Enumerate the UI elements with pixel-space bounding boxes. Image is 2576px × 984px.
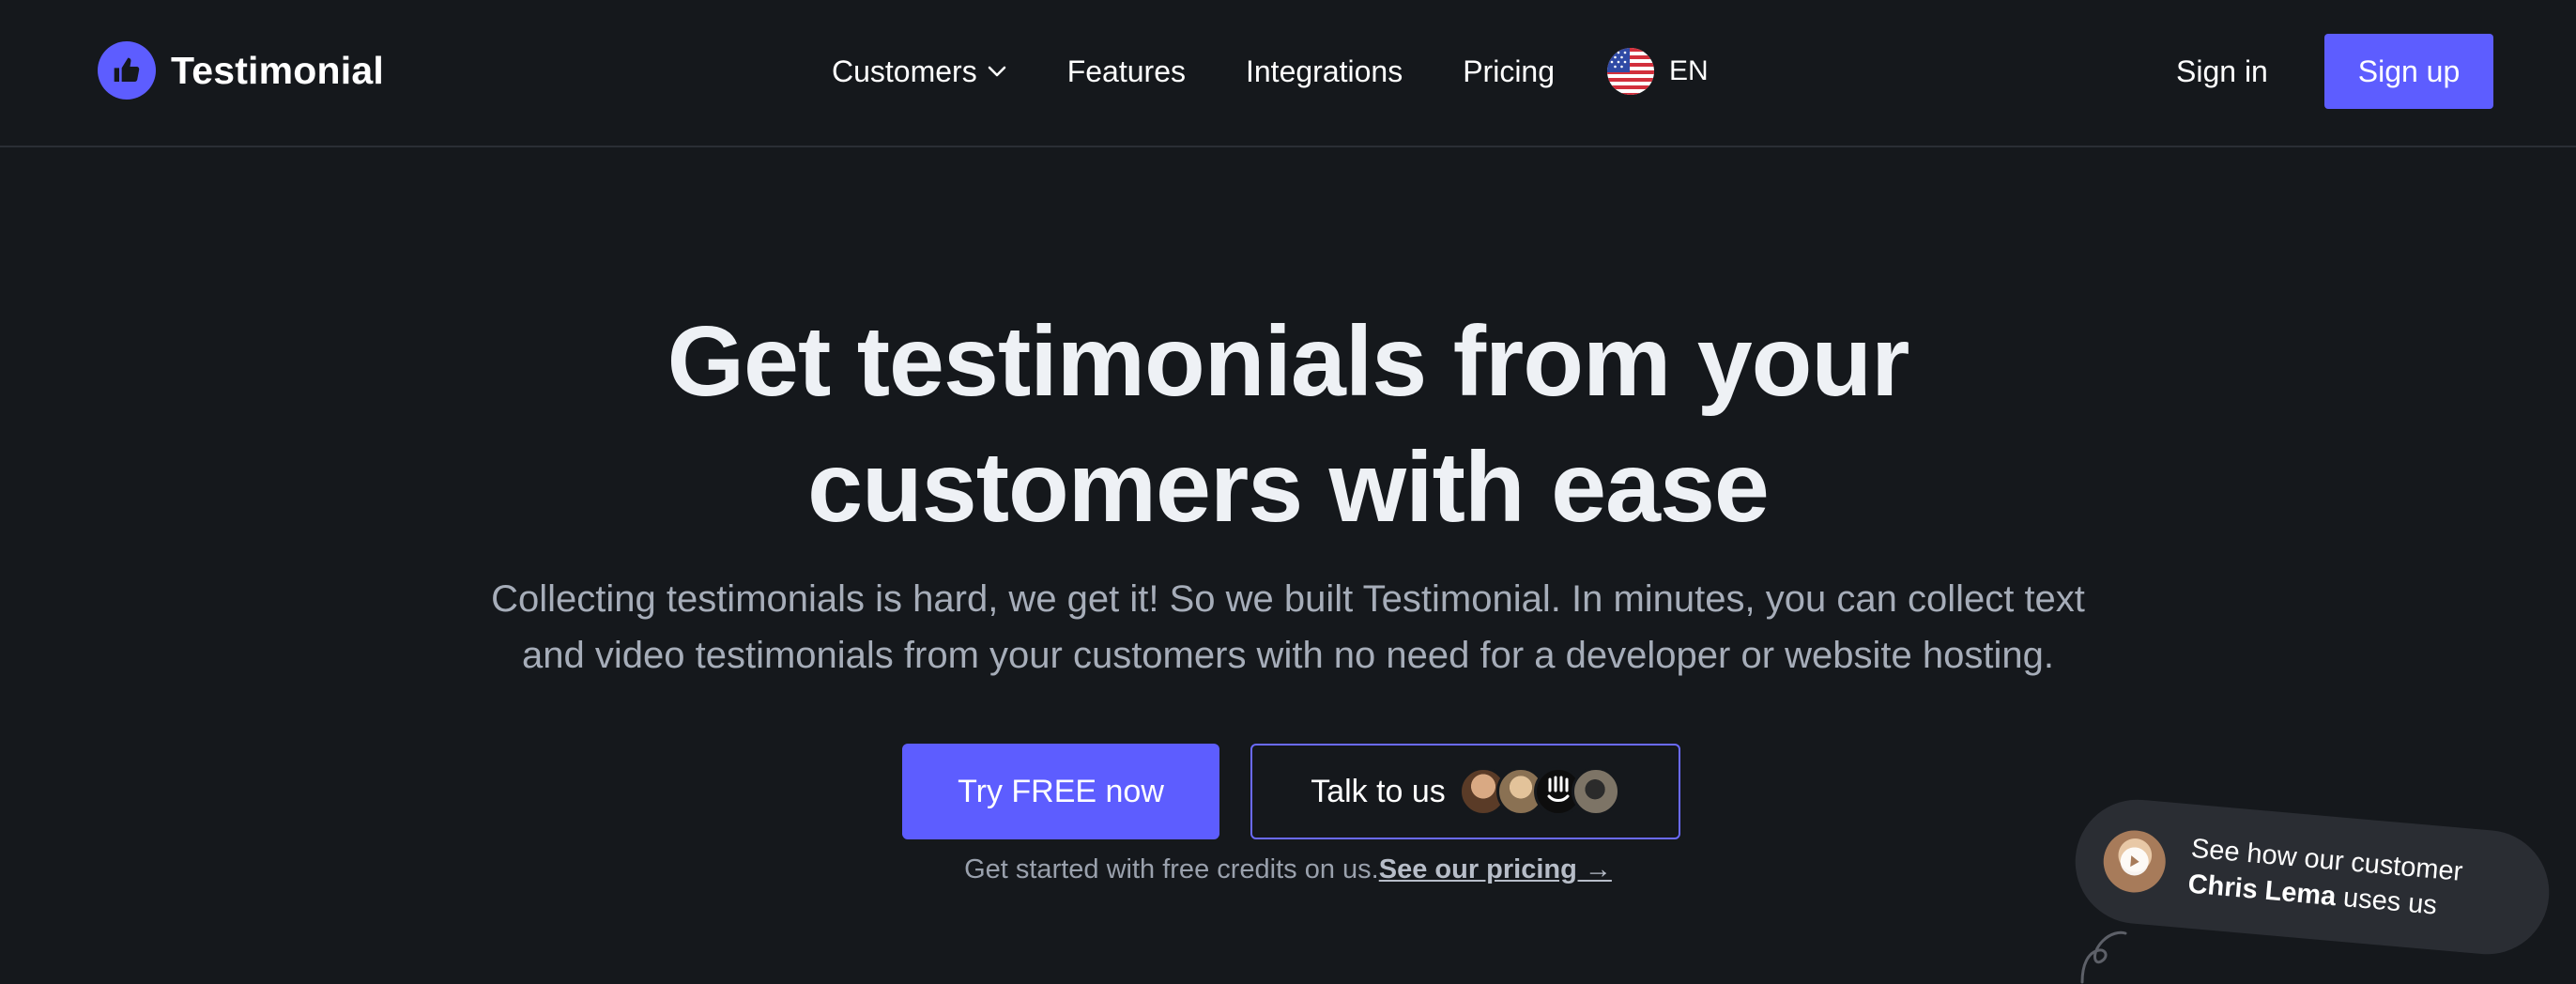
cta-row: Try FREE now Talk to us <box>902 744 1680 839</box>
hero-title: Get testimonials from your customers wit… <box>0 299 2576 550</box>
avatar <box>1571 767 1620 816</box>
video-card-line-2: uses us <box>2334 882 2439 921</box>
brand[interactable]: Testimonial <box>98 41 384 100</box>
nav-links: Customers Features Integrations Pricing <box>832 48 1709 95</box>
avatar <box>2100 827 2169 896</box>
hero-subtitle-line-2: and video testimonials from your custome… <box>522 635 2054 676</box>
squiggle-arrow-icon <box>2080 930 2127 984</box>
hero-title-line-2: customers with ease <box>807 432 1770 543</box>
nav-item-integrations[interactable]: Integrations <box>1246 54 1403 89</box>
brand-name: Testimonial <box>171 48 384 92</box>
try-free-button[interactable]: Try FREE now <box>902 744 1219 839</box>
signin-link[interactable]: Sign in <box>2176 49 2268 94</box>
landing-page: Testimonial Customers Features Integrati… <box>0 0 2576 984</box>
nav-item-customers-label: Customers <box>832 54 977 88</box>
top-nav: Testimonial Customers Features Integrati… <box>0 0 2576 147</box>
language-selector[interactable]: EN <box>1607 48 1709 95</box>
thumbs-up-icon <box>98 41 156 100</box>
video-card-text: See how our customer Chris Lema uses us <box>2186 831 2464 926</box>
nav-item-features[interactable]: Features <box>1067 54 1186 89</box>
language-label: EN <box>1669 55 1709 86</box>
hero-subtitle: Collecting testimonials is hard, we get … <box>376 571 2200 684</box>
hero-title-line-1: Get testimonials from your <box>667 306 1910 417</box>
play-icon <box>2119 846 2150 877</box>
us-flag-icon <box>1607 48 1655 95</box>
nav-item-customers[interactable]: Customers <box>832 54 1007 89</box>
customer-name: Chris Lema <box>2186 869 2338 913</box>
chevron-down-icon <box>987 65 1007 78</box>
credits-text: Get started with free credits on us. <box>964 854 1379 884</box>
signup-button[interactable]: Sign up <box>2324 34 2493 109</box>
team-avatars <box>1458 767 1620 816</box>
see-pricing-link[interactable]: See our pricing → <box>1379 854 1612 884</box>
nav-item-pricing[interactable]: Pricing <box>1463 54 1555 89</box>
talk-to-us-button[interactable]: Talk to us <box>1250 744 1680 839</box>
hero-subtitle-line-1: Collecting testimonials is hard, we get … <box>491 578 2085 620</box>
talk-to-us-label: Talk to us <box>1311 773 1446 809</box>
